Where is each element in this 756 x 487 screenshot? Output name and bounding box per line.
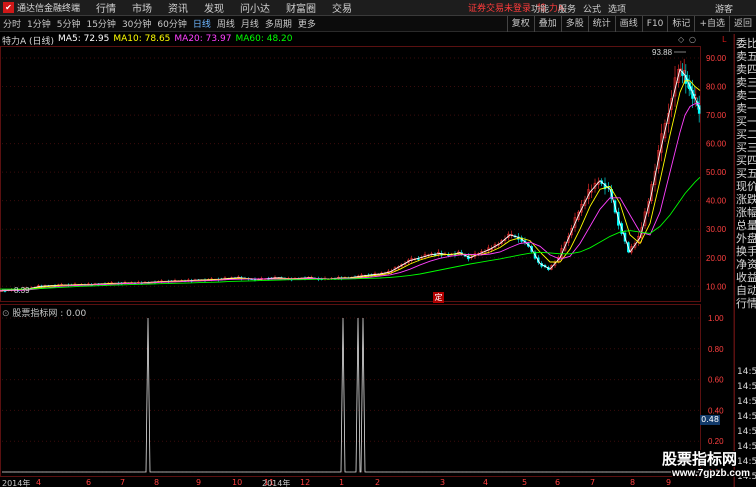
side-panel-label: 涨跌 [736,193,756,206]
ma-legend: 特力A (日线) MA5: 72.95 MA10: 78.65 MA20: 73… [2,34,297,47]
trade-time-label: 14:56 [737,412,756,422]
indicator-current-value: 0.48 [700,415,720,425]
indicator-tick-label: 1.00 [708,314,724,323]
date-tick-label: 8 [154,478,160,487]
date-tick-label: 4 [483,478,489,487]
side-panel-label: 买二 [736,128,756,141]
date-tick-label: 7 [590,478,596,487]
ma60-line [0,176,701,290]
price-axis: 90.00 80.00 70.00 60.00 50.00 40.00 30.00 20.00… [706,54,727,291]
side-panel-label: 卖三 [736,76,756,89]
date-axis: 2014年 4 6 7 8 9 10 11 12 2014年 1 2 3 4 5 6 7 8 9 [0,476,700,487]
side-panel-label: 现价 [736,180,756,193]
indicator-toggle-icon[interactable]: ⊙ [2,309,10,319]
date-tick-label: 1 [339,478,345,487]
date-tick-label: 12 [300,478,311,487]
low-price-label: 8.39 [14,286,30,295]
trade-time-label: 14:55 [737,367,756,377]
date-tick-label: 2 [375,478,381,487]
date-tick-label: 2014年 [262,479,291,487]
trade-time-label: 14:56 [737,427,756,437]
indicator-tick-label: 0.20 [708,437,724,446]
side-panel-label: 净资 [736,258,756,271]
price-tick-label: 80.00 [706,83,727,92]
price-tick-label: 10.00 [706,282,727,291]
side-panel-label: 卖四 [736,63,756,76]
side-panel-label: 买三 [736,141,756,154]
date-tick-label: 3 [440,478,446,487]
side-panel-label[interactable]: 自动 [736,284,756,297]
settings-icon[interactable]: ○ [689,35,696,44]
indicator-legend: ⊙ 股票指标网 : 0.00 [2,306,86,319]
side-panel-label: 委比 [736,37,756,50]
side-panel-label[interactable]: 行情 [736,297,756,310]
date-tick-label: 6 [555,478,561,487]
side-panel-label: 买一 [736,115,756,128]
ma10-value: MA10: 78.65 [113,34,171,44]
price-tick-label: 20.00 [706,254,727,263]
high-price-label: 93.88 [652,48,673,57]
price-tick-label: 50.00 [706,168,727,177]
kline-chart[interactable]: 90.00 80.00 70.00 60.00 50.00 40.00 30.00 20.00… [0,0,756,487]
indicator-lines [2,317,700,473]
price-tick-label: 90.00 [706,54,727,63]
level-icon: L [722,35,727,44]
watermark: 股票指标网 www.7gpzb.com [662,451,750,480]
trade-time-label: 14:55 [737,397,756,407]
price-grid [2,57,700,287]
indicator-signal-line [2,317,700,473]
side-panel-label: 卖五 [736,50,756,63]
indicator-panel-border [0,304,701,477]
date-tick-label: 6 [86,478,92,487]
zoom-in-icon[interactable]: ◇ [678,35,685,44]
date-tick-label: 2014年 [2,479,31,487]
side-panel-label: 收益 [736,271,756,284]
fixed-marker[interactable]: 定 [433,292,444,303]
side-panel-label: 总量 [736,219,756,232]
indicator-tick-label: 0.80 [708,345,724,354]
side-panel-label: 外盘 [736,232,756,245]
date-tick-label: 10 [232,478,243,487]
watermark-url: www.7gpzb.com [672,468,750,479]
price-tick-label: 60.00 [706,140,727,149]
side-panel-label: 换手 [736,245,756,258]
indicator-tick-label: 0.60 [708,376,724,385]
ma20-value: MA20: 73.97 [174,34,232,44]
indicator-grid [2,317,700,473]
price-panel-border [0,46,701,302]
side-panel-label: 涨幅 [736,206,756,219]
side-panel-label: 买五 [736,167,756,180]
side-panel-label: 卖一 [736,102,756,115]
side-panel-label: 买四 [736,154,756,167]
date-tick-label: 9 [196,478,202,487]
price-tick-label: 70.00 [706,111,727,120]
watermark-title: 股票指标网 [662,450,738,468]
price-tick-label: 40.00 [706,197,727,206]
stock-period-label: 特力A (日线) [2,37,55,47]
side-panel-label: 卖二 [736,89,756,102]
quote-side-panel: 委比 卖五 卖四 卖三 卖二 卖一 买一 买二 买三 买四 买五 现价 涨跌 涨幅 总量 外盘 换手 净资 收益 自动… [734,34,756,487]
date-tick-label: 4 [36,478,42,487]
ma5-value: MA5: 72.95 [58,34,110,44]
date-tick-label: 7 [120,478,126,487]
trade-time-label: 14:55 [737,382,756,392]
date-tick-label: 8 [630,478,636,487]
indicator-legend-text: 股票指标网 : 0.00 [12,309,87,319]
date-tick-label: 5 [522,478,528,487]
price-tick-label: 30.00 [706,225,727,234]
ma60-value: MA60: 48.20 [235,34,293,44]
